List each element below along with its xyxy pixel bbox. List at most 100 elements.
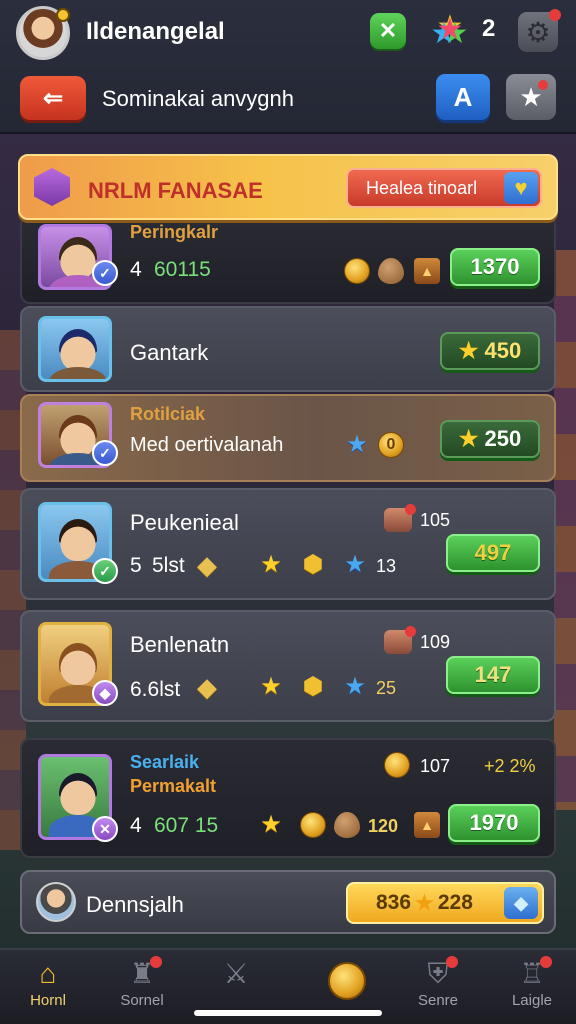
player-stat: 4 [130, 258, 142, 281]
crossed-swords-icon: ⚔ [223, 958, 249, 989]
social-icon: ♜ [122, 956, 162, 990]
small-value: 13 [376, 556, 397, 576]
profile-button[interactable]: A [436, 74, 490, 120]
stars-count: 2 [482, 15, 496, 42]
score-value: 1970 [469, 810, 519, 835]
score-button[interactable]: 1970 [448, 804, 540, 842]
nut-icon [334, 812, 360, 838]
player-name: Ildenangelal [86, 18, 225, 45]
player-tag: Rotilciak [130, 404, 206, 424]
nav-home-label: Hornl [30, 992, 66, 1009]
x-icon: ✕ [378, 18, 398, 43]
verified-badge-icon: ✕ [92, 816, 118, 842]
star-icon: ★ [260, 811, 282, 838]
diamond-icon: ◆ [197, 550, 217, 580]
favorite-button[interactable]: ★ [506, 74, 556, 120]
close-button[interactable]: ✕ [370, 13, 406, 49]
diamond-icon: ◆ [504, 887, 538, 919]
coin-icon [300, 812, 326, 838]
score-button[interactable]: 1370 [450, 248, 540, 286]
summary-score-bar[interactable]: 836 ★ 228 ◆ [346, 882, 544, 924]
gear-icon: ⚙ [525, 16, 551, 48]
search-label: Sominakai anvygnh [102, 86, 295, 111]
score-button[interactable]: ★ 450 [440, 332, 540, 370]
token-icon: ▲ [414, 258, 440, 284]
chest-icon [384, 626, 416, 654]
settings-badge [549, 9, 561, 21]
top-header: Ildenangelal ✕ ★ 2 ⚙ ⇐ Sominakai anvygnh… [0, 0, 576, 134]
player-summary-row[interactable]: Dennsjalh 836 ★ 228 ◆ [20, 870, 556, 934]
blue-star-icon: ★ [346, 431, 368, 458]
player-stat: 4 [130, 814, 142, 837]
percent-change: +2 2% [484, 756, 536, 776]
nav-league[interactable]: ♖ Laigle [492, 956, 572, 1022]
blue-star-icon: ★ [344, 673, 366, 700]
leaderboard-row[interactable]: ✓ Peringkalr 4 60115 ▲ 1370 [20, 214, 556, 304]
favorite-badge [538, 80, 548, 90]
gem-badge-icon: ◆ [92, 680, 118, 706]
player-stat-value: 5lst [152, 554, 185, 577]
chest-icon [384, 504, 416, 532]
player-name: Med oertivalanah [130, 434, 284, 456]
nav-social-label: Sornel [120, 992, 164, 1009]
score-button[interactable]: 497 [446, 534, 540, 572]
verified-badge-icon: ✓ [92, 558, 118, 584]
chest-count: 105 [420, 510, 451, 530]
chest-count: 109 [420, 632, 451, 652]
small-value: 25 [376, 678, 397, 698]
score-value: 1370 [470, 254, 520, 279]
heart-icon: ♥ [504, 172, 538, 204]
player-avatar [36, 882, 76, 922]
coin-icon [328, 962, 366, 1000]
coin-icon [384, 752, 410, 778]
score-value: 147 [474, 662, 512, 687]
coin-icon [344, 258, 370, 284]
player-stat: 6.6lst [130, 678, 181, 701]
banner-action-button[interactable]: Healea tinoarl ♥ [346, 168, 542, 208]
nav-events-label: Senre [417, 992, 459, 1009]
player-avatar[interactable] [16, 6, 70, 60]
leaderboard-row[interactable]: Gantark ★ 450 [20, 306, 556, 392]
summary-name: Dennsjalh [86, 892, 184, 917]
gem-icon [34, 168, 70, 206]
player-stat-value: 60115 [154, 258, 211, 281]
leaderboard-row[interactable]: ✓ Peukenieal 105 5 5lst ◆ ★ ⬢ ★ 13 497 [20, 488, 556, 600]
player-stat-value: 607 15 [154, 814, 219, 837]
player-tag: Searlaik [130, 752, 200, 772]
nav-social[interactable]: ♜ Sornel [102, 956, 182, 1022]
nav-league-label: Laigle [511, 992, 553, 1009]
nav-events[interactable]: ⛨ Senre [398, 956, 478, 1022]
home-indicator [194, 1010, 382, 1016]
stars-icon: ★ [436, 13, 464, 46]
score-button[interactable]: ★ 250 [440, 420, 540, 458]
profile-icon: A [453, 81, 473, 112]
player-avatar-image [38, 316, 112, 382]
settings-button[interactable]: ⚙ [518, 9, 561, 52]
leaderboard-row[interactable]: ◆ Benlenatn 109 6.6lst ◆ ★ ⬢ ★ 25 147 [20, 610, 556, 722]
player-stat: 5 [130, 554, 142, 577]
shield-icon: ⛨ [418, 956, 458, 990]
verified-badge-icon: ✓ [92, 440, 118, 466]
back-button[interactable]: ⇐ [20, 76, 86, 120]
coin-icon: 0 [378, 432, 404, 458]
nav-home[interactable]: ⌂ Hornl [8, 958, 88, 1022]
player-name: Benlenatn [130, 632, 230, 657]
diamond-icon: ◆ [197, 672, 217, 702]
score-button[interactable]: 147 [446, 656, 540, 694]
leaderboard-row-highlighted[interactable]: ✓ Rotilciak Med oertivalanah ★ 0 ★ 250 [20, 394, 556, 482]
blue-star-icon: ★ [344, 551, 366, 578]
event-banner: NRLM FANASAE Healea tinoarl ♥ [18, 154, 558, 220]
star-icon: ★ [260, 551, 282, 578]
background-house-right [554, 250, 576, 810]
leaderboard-row[interactable]: ✕ Searlaik Permakalt 107 +2 2% 4 607 15 … [20, 738, 556, 858]
trophy-icon: ♖ [512, 956, 552, 990]
home-icon: ⌂ [39, 958, 57, 989]
star-icon: ★ [415, 891, 434, 915]
shield-icon: ⬢ [302, 673, 324, 700]
score-value: 497 [474, 540, 512, 565]
score-value: 450 [484, 338, 522, 363]
token-value: 120 [368, 816, 399, 836]
player-name: Peukenieal [130, 510, 239, 535]
banner-button-label: Healea tinoarl [366, 178, 478, 198]
back-icon: ⇐ [42, 84, 64, 112]
